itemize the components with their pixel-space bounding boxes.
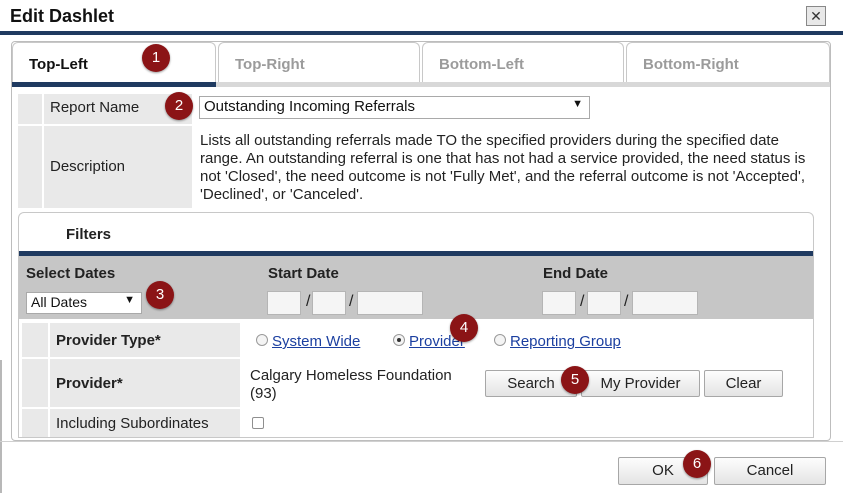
active-tab-indicator [12,82,216,87]
row-gutter [18,126,42,208]
provider-type-label: Provider Type* [56,332,161,349]
radio-system-wide[interactable] [256,334,268,346]
select-dates-label: Select Dates [26,265,116,282]
annotation-badge: 1 [142,44,170,72]
radio-provider[interactable] [393,334,405,346]
radio-reporting-group[interactable] [494,334,506,346]
end-date-year-input[interactable] [632,291,698,315]
annotation-badge: 6 [683,450,711,478]
description-label: Description [50,158,126,175]
select-dates-value: All Dates [31,294,88,310]
end-date-month-input[interactable] [542,291,576,315]
provider-label-text: Provider [56,375,117,392]
tab-label: Bottom-Right [643,56,739,73]
including-subordinates-label: Including Subordinates [56,415,209,432]
filters-title: Filters [66,226,112,243]
reporting-group-link[interactable]: Reporting Group [510,333,621,350]
select-dates-dropdown[interactable]: All Dates ▼ [26,292,142,314]
tab-label: Top-Left [29,56,88,73]
close-icon[interactable]: ✕ [806,6,826,26]
tab-label: Top-Right [235,56,305,73]
tab-label: Bottom-Left [439,56,524,73]
annotation-badge: 3 [146,281,174,309]
row-gutter [18,94,42,124]
system-wide-link[interactable]: System Wide [272,333,360,350]
description-text: Lists all outstanding referrals made TO … [200,132,806,203]
start-date-day-input[interactable] [312,291,346,315]
clear-button[interactable]: Clear [704,370,783,397]
date-separator: / [580,293,585,310]
annotation-badge: 2 [165,92,193,120]
footer-divider [0,441,843,442]
date-separator: / [306,293,311,310]
required-mark: * [116,375,123,392]
provider-type-label-text: Provider Type [56,332,155,349]
provider-label: Provider* [56,375,123,392]
tab-top-right[interactable]: Top-Right [218,42,420,84]
chevron-down-icon: ▼ [572,98,583,110]
annotation-badge: 5 [561,366,589,394]
report-name-value: Outstanding Incoming Referrals [204,98,415,115]
report-name-select[interactable]: Outstanding Incoming Referrals ▼ [199,96,590,119]
tab-bottom-left[interactable]: Bottom-Left [422,42,624,84]
tab-bottom-right[interactable]: Bottom-Right [626,42,830,84]
start-date-year-input[interactable] [357,291,423,315]
tab-top-left[interactable]: Top-Left [12,42,216,86]
row-gutter [22,359,48,407]
required-mark: * [154,332,161,349]
dialog-title: Edit Dashlet [10,6,115,26]
start-date-label: Start Date [268,265,339,282]
end-date-day-input[interactable] [587,291,621,315]
dialog-titlebar: Edit Dashlet ✕ [0,0,843,32]
row-gutter [22,409,48,437]
my-provider-button[interactable]: My Provider [581,370,700,397]
window-edge [0,360,2,493]
cancel-button[interactable]: Cancel [714,457,826,485]
date-separator: / [624,293,629,310]
row-gutter [22,323,48,357]
chevron-down-icon: ▼ [124,294,135,306]
end-date-label: End Date [543,265,609,282]
report-name-label: Report Name [50,99,140,116]
start-date-month-input[interactable] [267,291,301,315]
date-separator: / [349,293,354,310]
title-underline [0,31,843,35]
provider-value: Calgary Homeless Foundation (93) [250,367,452,402]
including-subordinates-checkbox[interactable] [252,417,264,429]
annotation-badge: 4 [450,314,478,342]
